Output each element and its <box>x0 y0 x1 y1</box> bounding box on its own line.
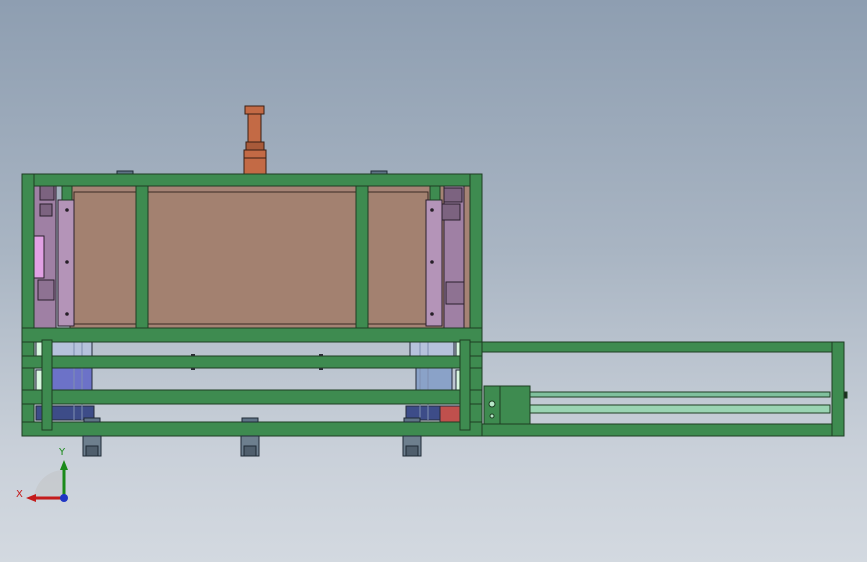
left-slide-mechanism <box>33 185 75 329</box>
axis-triad: Y X <box>16 447 68 502</box>
y-axis-label: Y <box>58 447 66 458</box>
extension-frame <box>481 341 845 437</box>
x-axis-label: X <box>16 489 23 500</box>
top-cylinder <box>243 105 267 175</box>
cad-viewport[interactable]: Y X <box>0 0 867 562</box>
lower-internal-parts <box>35 340 469 423</box>
right-slide-mechanism <box>425 185 465 329</box>
chamber-panels <box>69 185 471 329</box>
linear-actuator <box>483 385 848 425</box>
